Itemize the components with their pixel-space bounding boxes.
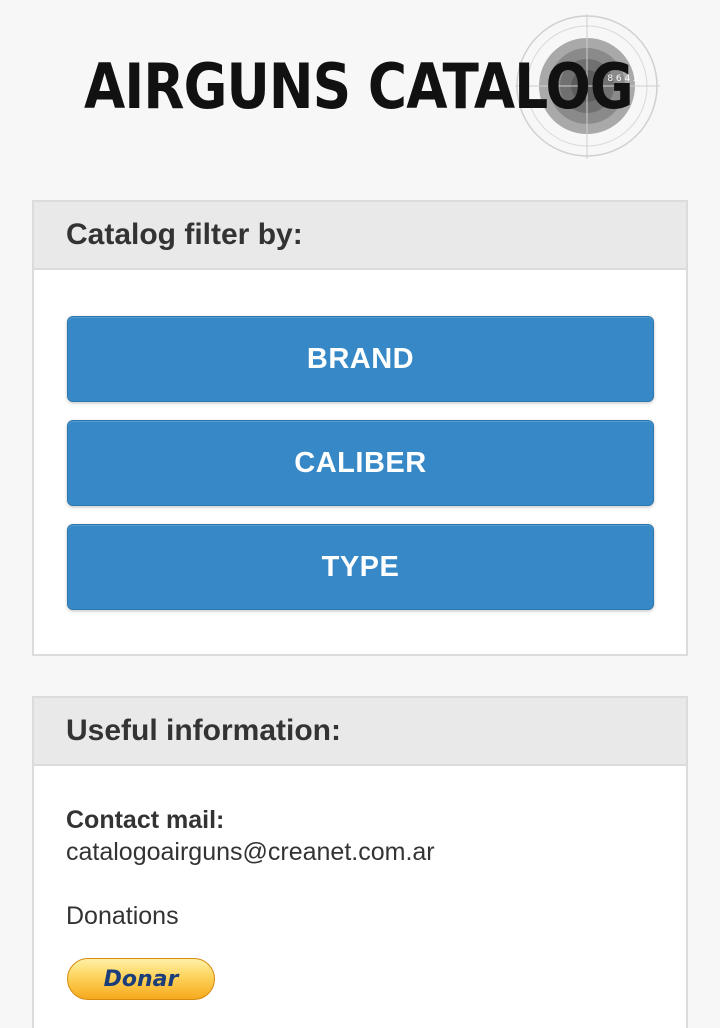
catalog-filter-title: Catalog filter by: <box>34 202 686 270</box>
logo-text: AIRGUNS CATALOG <box>84 50 634 123</box>
contact-mail-label: Contact mail: <box>66 806 225 834</box>
useful-information-panel: Useful information: Contact mail: catalo… <box>32 696 688 1028</box>
info-body: Contact mail: catalogoairguns@creanet.co… <box>66 804 435 932</box>
catalog-filter-panel: Catalog filter by: BRAND CALIBER TYPE <box>32 200 688 656</box>
caliber-button[interactable]: CALIBER <box>67 420 654 506</box>
type-button[interactable]: TYPE <box>67 524 654 610</box>
brand-button[interactable]: BRAND <box>67 316 654 402</box>
donate-button[interactable]: Donar <box>67 958 215 1000</box>
contact-mail-address[interactable]: catalogoairguns@creanet.com.ar <box>66 836 435 868</box>
useful-information-title: Useful information: <box>34 698 686 766</box>
airguns-catalog-logo: 10 8 6 4 2 AIRGUNS CATALOG <box>80 14 660 164</box>
donations-label: Donations <box>66 902 179 930</box>
